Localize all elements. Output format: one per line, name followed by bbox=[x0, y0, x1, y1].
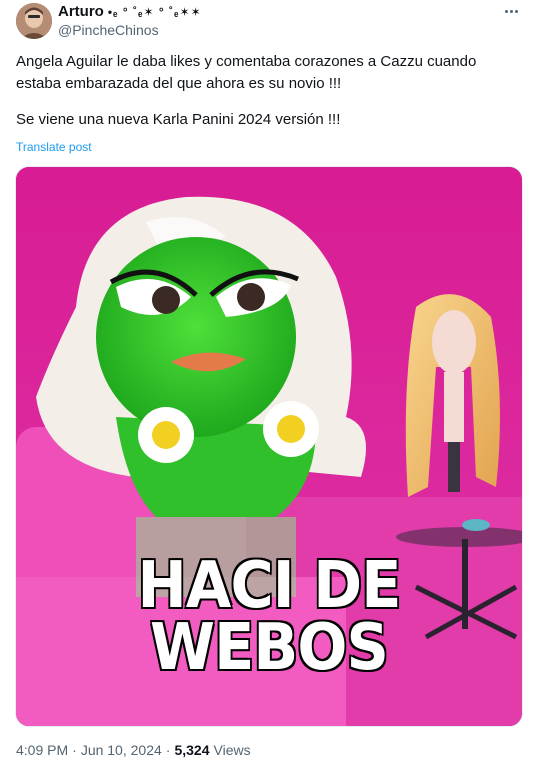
more-horizontal-icon[interactable] bbox=[500, 2, 522, 20]
tweet-media-image[interactable]: HACI DE WEBOS bbox=[15, 166, 523, 727]
views-count: 5,324 bbox=[174, 742, 210, 758]
meta-separator: · bbox=[72, 742, 77, 758]
tweet-card: Arturo •ₑ ° ˚ₑ✶ ° ˚ₑ✶✶ @PincheChinos Ang… bbox=[0, 0, 536, 771]
more-dot bbox=[509, 9, 513, 13]
avatar-image bbox=[16, 3, 52, 39]
meme-caption: HACI DE WEBOS bbox=[36, 549, 502, 685]
author-display-name[interactable]: Arturo bbox=[58, 3, 104, 20]
tweet-paragraph: Se viene una nueva Karla Panini 2024 ver… bbox=[16, 111, 341, 128]
author-avatar[interactable] bbox=[16, 3, 52, 39]
tweet-date[interactable]: Jun 10, 2024 bbox=[81, 742, 162, 758]
tweet-meta: 4:09 PM · Jun 10, 2024 · 5,324 Views bbox=[16, 742, 251, 758]
more-dot bbox=[514, 9, 518, 13]
tweet-text: Angela Aguilar le daba likes y comentaba… bbox=[16, 51, 516, 131]
meta-separator: · bbox=[165, 742, 171, 758]
views-label: Views bbox=[213, 742, 251, 758]
more-dot bbox=[504, 9, 508, 13]
translate-post-link[interactable]: Translate post bbox=[16, 140, 92, 154]
meme-caption-line: WEBOS bbox=[149, 611, 391, 685]
author-name-decoration: •ₑ ° ˚ₑ✶ ° ˚ₑ✶✶ bbox=[107, 4, 202, 19]
tweet-paragraph: Angela Aguilar le daba likes y comentaba… bbox=[16, 53, 477, 92]
meme-caption-line: HACI DE bbox=[136, 549, 403, 623]
author-handle[interactable]: @PincheChinos bbox=[58, 22, 159, 38]
author-name-row: Arturo •ₑ ° ˚ₑ✶ ° ˚ₑ✶✶ bbox=[58, 3, 202, 20]
tweet-time[interactable]: 4:09 PM bbox=[16, 742, 68, 758]
